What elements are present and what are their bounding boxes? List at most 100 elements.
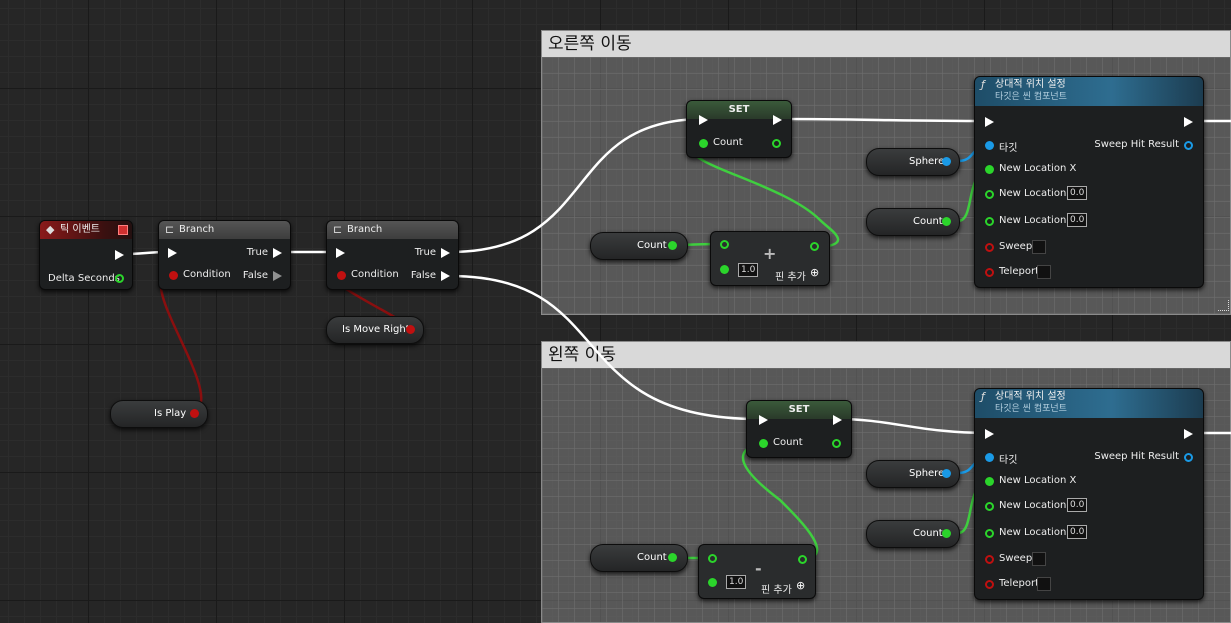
exec-in-pin[interactable] xyxy=(985,429,994,439)
false-label: False xyxy=(410,270,436,281)
sweep-hit-result-pin[interactable] xyxy=(1184,141,1193,150)
target-pin[interactable] xyxy=(985,453,994,462)
output-pin[interactable] xyxy=(798,555,807,564)
branch-node-2[interactable]: ⊏ Branch True Condition False xyxy=(326,220,459,290)
set-count-node-left[interactable]: SET Count xyxy=(746,400,852,458)
input-a-pin[interactable] xyxy=(708,554,717,563)
count-pin[interactable] xyxy=(942,217,951,226)
sweep-checkbox[interactable] xyxy=(1032,240,1046,254)
new-location-y-value[interactable]: 0.0 xyxy=(1067,498,1088,512)
sweep-hit-result-pin[interactable] xyxy=(1184,453,1193,462)
new-location-x-label: New Location X xyxy=(999,163,1077,174)
sphere-pin[interactable] xyxy=(942,157,951,166)
count-out-pin[interactable] xyxy=(772,139,781,148)
new-location-x-pin[interactable] xyxy=(985,165,994,174)
add-float-node[interactable]: + 1.0 핀 추가 ⊕ xyxy=(710,231,830,286)
true-exec-pin[interactable] xyxy=(441,248,450,258)
sphere-pin[interactable] xyxy=(942,469,951,478)
delta-seconds-pin[interactable] xyxy=(115,274,124,283)
tick-event-node[interactable]: ◆ 틱 이벤트 Delta Seconds xyxy=(39,220,133,290)
teleport-checkbox[interactable] xyxy=(1037,577,1051,591)
count-in-pin[interactable] xyxy=(759,439,768,448)
is-play-pin[interactable] xyxy=(190,409,199,418)
exec-in-pin[interactable] xyxy=(336,248,345,258)
teleport-pin[interactable] xyxy=(985,580,994,589)
set-relative-location-node-right[interactable]: ƒ 상대적 위치 설정 타깃은 씬 컴포넌트 타깃 Sweep Hit Resu… xyxy=(974,76,1204,288)
resize-grip-icon[interactable] xyxy=(1218,300,1229,311)
count-pin[interactable] xyxy=(942,529,951,538)
new-location-x-label: New Location X xyxy=(999,475,1077,486)
exec-out-pin[interactable] xyxy=(115,250,124,260)
add-pin-label[interactable]: 핀 추가 xyxy=(761,581,792,596)
branch-title: Branch xyxy=(179,224,215,235)
exec-in-pin[interactable] xyxy=(699,115,708,125)
function-header[interactable]: ƒ 상대적 위치 설정 타깃은 씬 컴포넌트 xyxy=(975,77,1203,106)
sweep-checkbox[interactable] xyxy=(1032,552,1046,566)
is-play-variable-node[interactable]: Is Play xyxy=(110,400,208,428)
is-move-right-variable-node[interactable]: Is Move Right xyxy=(326,316,424,344)
count-pin[interactable] xyxy=(668,553,677,562)
sweep-pin[interactable] xyxy=(985,243,994,252)
set-relative-location-node-left[interactable]: ƒ 상대적 위치 설정 타깃은 씬 컴포넌트 타깃 Sweep Hit Resu… xyxy=(974,388,1204,600)
input-a-pin[interactable] xyxy=(720,240,729,249)
delegate-pin-icon[interactable] xyxy=(118,225,128,235)
teleport-checkbox[interactable] xyxy=(1037,265,1051,279)
teleport-label: Teleport xyxy=(999,578,1039,589)
count-variable-node-loc-right[interactable]: Count xyxy=(866,208,960,236)
count-pin[interactable] xyxy=(668,241,677,250)
branch-node-1[interactable]: ⊏ Branch True Condition False xyxy=(158,220,291,290)
delta-seconds-label: Delta Seconds xyxy=(48,273,120,284)
sphere-variable-node-left[interactable]: Sphere xyxy=(866,460,960,488)
plus-circle-icon[interactable]: ⊕ xyxy=(796,579,805,592)
add-symbol: + xyxy=(763,244,777,263)
teleport-pin[interactable] xyxy=(985,268,994,277)
function-f-icon: ƒ xyxy=(981,390,985,403)
new-location-y-pin[interactable] xyxy=(985,502,994,511)
exec-in-pin[interactable] xyxy=(759,415,768,425)
exec-out-pin[interactable] xyxy=(833,415,842,425)
target-pin[interactable] xyxy=(985,141,994,150)
function-title: 상대적 위치 설정 xyxy=(995,79,1066,90)
new-location-y-value[interactable]: 0.0 xyxy=(1067,186,1088,200)
count-variable-node-left[interactable]: Count xyxy=(590,544,688,572)
subtract-float-node[interactable]: - 1.0 핀 추가 ⊕ xyxy=(698,544,816,599)
false-exec-pin[interactable] xyxy=(273,271,282,281)
exec-out-pin[interactable] xyxy=(773,115,782,125)
count-out-pin[interactable] xyxy=(832,439,841,448)
new-location-z-pin[interactable] xyxy=(985,529,994,538)
new-location-y-pin[interactable] xyxy=(985,190,994,199)
exec-in-pin[interactable] xyxy=(168,248,177,258)
condition-pin[interactable] xyxy=(169,271,178,280)
input-b-value[interactable]: 1.0 xyxy=(726,575,747,589)
exec-out-pin[interactable] xyxy=(1184,429,1193,439)
exec-out-pin[interactable] xyxy=(1184,117,1193,127)
exec-in-pin[interactable] xyxy=(985,117,994,127)
new-location-z-value[interactable]: 0.0 xyxy=(1067,213,1088,227)
count-label: Count xyxy=(773,437,803,448)
true-exec-pin[interactable] xyxy=(273,248,282,258)
new-location-z-pin[interactable] xyxy=(985,217,994,226)
add-pin-label[interactable]: 핀 추가 xyxy=(775,268,806,283)
false-label: False xyxy=(242,270,268,281)
plus-circle-icon[interactable]: ⊕ xyxy=(810,266,819,279)
output-pin[interactable] xyxy=(810,242,819,251)
count-label: Count xyxy=(637,552,667,563)
branch-header[interactable]: ⊏ Branch xyxy=(159,221,290,239)
new-location-z-value[interactable]: 0.0 xyxy=(1067,525,1088,539)
new-location-x-pin[interactable] xyxy=(985,477,994,486)
sweep-pin[interactable] xyxy=(985,555,994,564)
is-move-right-pin[interactable] xyxy=(406,325,415,334)
count-variable-node-right[interactable]: Count xyxy=(590,232,688,260)
count-variable-node-loc-left[interactable]: Count xyxy=(866,520,960,548)
function-header[interactable]: ƒ 상대적 위치 설정 타깃은 씬 컴포넌트 xyxy=(975,389,1203,418)
input-b-pin[interactable] xyxy=(720,265,729,274)
branch-header[interactable]: ⊏ Branch xyxy=(327,221,458,239)
count-in-pin[interactable] xyxy=(699,139,708,148)
set-count-node-right[interactable]: SET Count xyxy=(686,100,792,158)
exec-wire xyxy=(449,274,761,421)
condition-pin[interactable] xyxy=(337,271,346,280)
sphere-variable-node-right[interactable]: Sphere xyxy=(866,148,960,176)
input-b-pin[interactable] xyxy=(708,578,717,587)
false-exec-pin[interactable] xyxy=(441,271,450,281)
input-b-value[interactable]: 1.0 xyxy=(738,263,759,277)
